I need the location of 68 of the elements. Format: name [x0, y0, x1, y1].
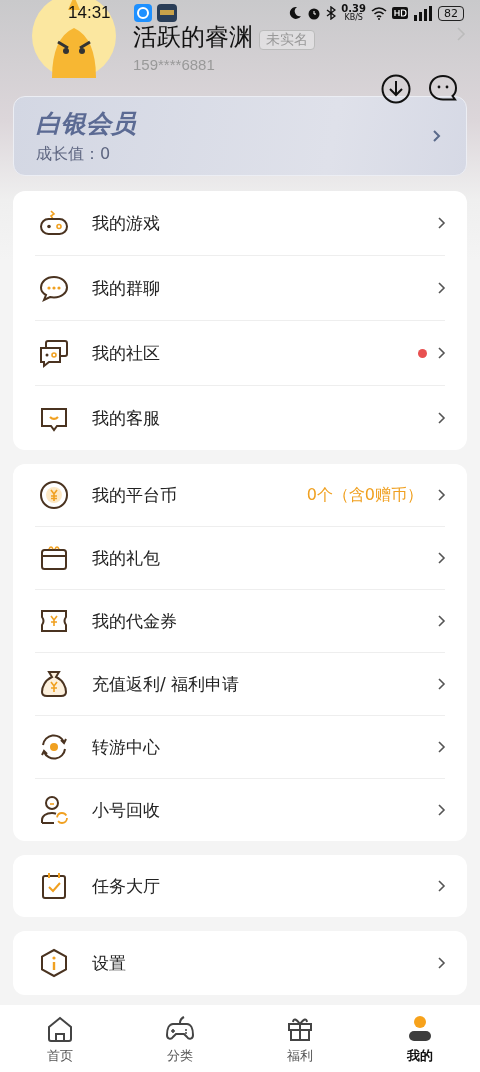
menu-item[interactable]: 设置 — [35, 931, 445, 995]
avatar[interactable] — [32, 0, 116, 78]
chevron-right-icon — [437, 346, 447, 360]
chevron-right-icon — [437, 281, 447, 295]
coin-balance: 0个（含0赠币） — [306, 484, 423, 506]
menu-item[interactable]: 任务大厅 — [35, 855, 445, 917]
status-time: 14:31 — [68, 3, 111, 23]
menu-label: 我的客服 — [92, 406, 161, 430]
chevron-right-icon — [432, 129, 442, 143]
chevron-right-icon — [437, 216, 447, 230]
nav-tab[interactable]: 首页 — [0, 1005, 120, 1072]
transfer-cycle-icon — [38, 731, 70, 763]
menu-item[interactable]: 我的群聊 — [35, 256, 445, 321]
chevron-right-icon — [437, 956, 447, 970]
user-name: 活跃的睿渊 — [133, 22, 253, 53]
chevron-right-icon — [437, 551, 447, 565]
menu-item[interactable]: 转游中心 — [35, 716, 445, 779]
menu-item[interactable]: 我的平台币 0个（含0赠币） — [35, 464, 445, 527]
money-bag-icon — [38, 668, 70, 700]
growth-value: 成长值：0 — [36, 144, 112, 165]
chevron-right-icon — [437, 488, 447, 502]
chevron-right-icon — [437, 803, 447, 817]
menu-item[interactable]: 我的社区 — [35, 321, 445, 386]
signal-icon — [413, 5, 433, 21]
menu-item[interactable]: 我的游戏 — [35, 191, 445, 256]
chevron-right-icon — [437, 740, 447, 754]
menu-item[interactable]: 充值返利/ 福利申请 — [35, 653, 445, 716]
chevron-right-icon — [437, 411, 447, 425]
menu-label: 我的群聊 — [92, 276, 161, 300]
user-cycle-icon — [38, 794, 70, 826]
menu-label: 转游中心 — [92, 735, 161, 759]
menu-label: 我的礼包 — [92, 546, 161, 570]
nav-tab[interactable]: 分类 — [120, 1005, 240, 1072]
hd-icon — [392, 7, 408, 19]
community-chat-icon — [38, 337, 70, 369]
alarm-icon — [307, 6, 322, 20]
chevron-right-icon — [437, 614, 447, 628]
menu-item[interactable]: 我的客服 — [35, 386, 445, 450]
wifi-icon — [371, 6, 387, 20]
network-speed: 0.39 KB/S — [341, 4, 366, 22]
member-card[interactable]: 白银会员 成长值：0 — [13, 96, 467, 176]
menu-label: 我的代金券 — [92, 609, 178, 633]
menu-item[interactable]: 小号回收 — [35, 779, 445, 841]
message-icon[interactable] — [428, 74, 458, 104]
app-icon — [156, 4, 177, 22]
menu-label: 我的平台币 — [92, 483, 178, 507]
nav-tab[interactable]: 我的 — [360, 1005, 480, 1072]
battery-level: 82 — [438, 5, 464, 21]
verification-tag: 未实名 — [259, 30, 315, 50]
member-level: 白银会员 — [36, 108, 138, 140]
menu-item[interactable]: 我的礼包 — [35, 527, 445, 590]
app-icon — [133, 4, 152, 22]
menu-label: 充值返利/ 福利申请 — [92, 672, 241, 696]
info-hexagon-icon — [38, 947, 70, 979]
menu-label: 设置 — [92, 951, 127, 975]
menu-label: 小号回收 — [92, 798, 161, 822]
chevron-right-icon — [437, 677, 447, 691]
menu-item[interactable]: 我的代金券 — [35, 590, 445, 653]
bluetooth-icon — [326, 6, 337, 20]
menu-label: 我的社区 — [92, 341, 161, 365]
menu-label: 任务大厅 — [92, 874, 161, 898]
menu-label: 我的游戏 — [92, 211, 161, 235]
nav-tab[interactable]: 福利 — [240, 1005, 360, 1072]
download-icon[interactable] — [381, 74, 411, 104]
chevron-right-icon — [437, 879, 447, 893]
moon-icon — [288, 6, 303, 20]
phone-number: 159****6881 — [133, 56, 216, 73]
coin-icon — [38, 479, 70, 511]
